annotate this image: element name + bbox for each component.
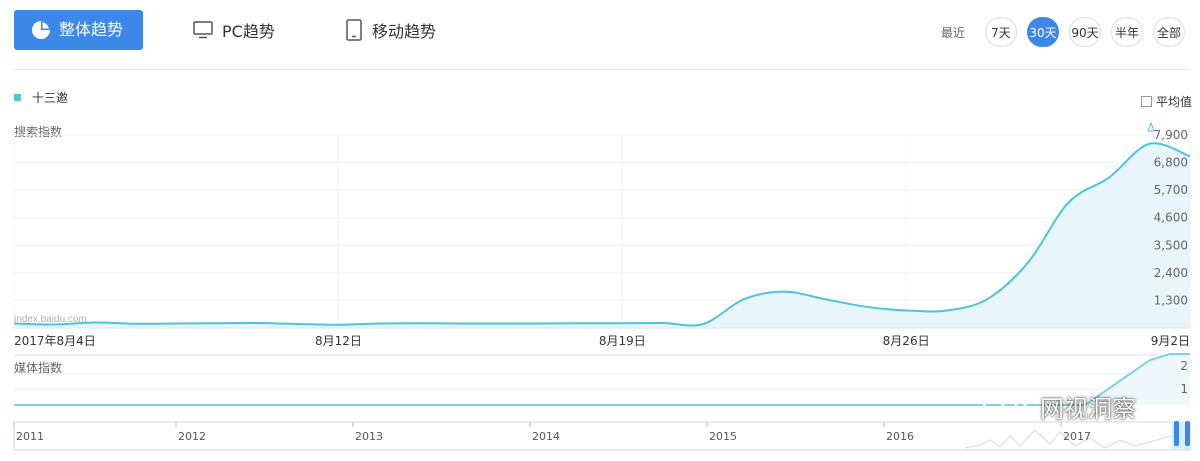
peak-annotation-marker[interactable] — [1147, 121, 1155, 132]
search-y-tick: 5,700 — [1154, 183, 1188, 197]
search-x-tick: 9月2日 — [1151, 334, 1190, 348]
media-y-tick: 2 — [1180, 359, 1188, 373]
timeline-year-label: 2012 — [178, 430, 206, 443]
timeline-right-handle[interactable] — [1185, 421, 1190, 446]
timeline-left-handle[interactable] — [1174, 421, 1179, 446]
search-x-tick: 8月12日 — [315, 334, 362, 348]
media-y-tick: 1 — [1180, 382, 1188, 396]
search-y-tick: 6,800 — [1154, 156, 1188, 170]
timeline-year-label: 2013 — [355, 430, 383, 443]
wechat-watermark: 网视洞察 — [980, 388, 1136, 424]
watermark-text: 网视洞察 — [1040, 394, 1136, 423]
source-watermark: index.baidu.com — [14, 314, 87, 325]
search-y-tick: 4,600 — [1154, 211, 1188, 225]
timeline-year-label: 2014 — [532, 430, 560, 443]
timeline-year-label: 2016 — [886, 430, 914, 443]
search-x-tick: 2017年8月4日 — [14, 334, 96, 348]
timeline-year-label: 2015 — [709, 430, 737, 443]
wechat-icon — [982, 390, 1029, 422]
search-y-tick: 1,300 — [1154, 293, 1188, 307]
search-y-tick: 2,400 — [1154, 266, 1188, 280]
search-y-tick: 3,500 — [1154, 238, 1188, 252]
search-x-tick: 8月19日 — [599, 334, 646, 348]
timeline-year-label: 2017 — [1063, 430, 1091, 443]
timeline-year-label: 2011 — [16, 430, 44, 443]
search-y-tick: 7,900 — [1154, 128, 1188, 142]
search-x-tick: 8月26日 — [883, 334, 930, 348]
